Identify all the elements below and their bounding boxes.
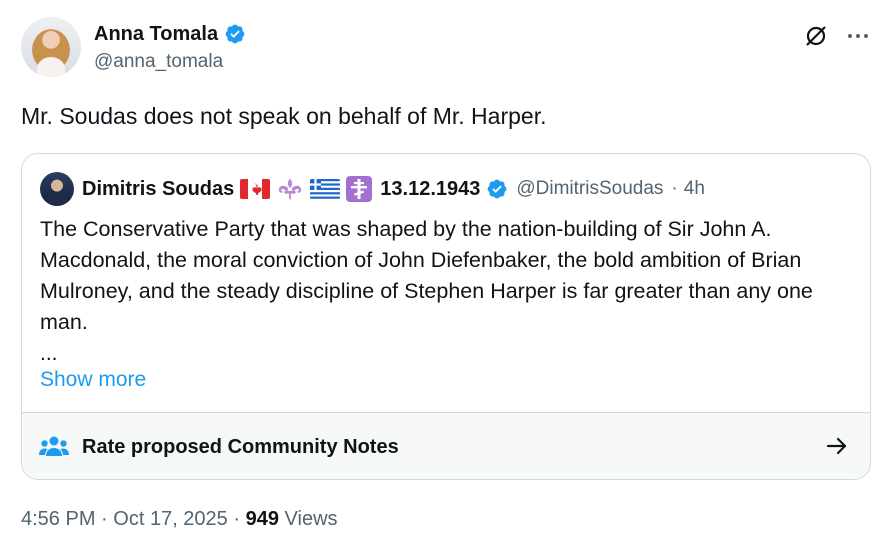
grok-glyph-icon xyxy=(806,26,826,46)
community-notes-icon xyxy=(39,436,69,456)
meta-separator-2: · xyxy=(233,508,241,530)
tweet-meta: 4:56 PM · Oct 17, 2025 · 949 Views xyxy=(21,505,338,533)
quoted-tweet-header: Dimitris Soudas 13.12.1943 @DimitrisSoud… xyxy=(40,172,705,206)
quoted-author-handle[interactable]: @DimitrisSoudas xyxy=(516,178,663,200)
orthodox-cross-icon xyxy=(346,176,373,202)
more-options-icon[interactable] xyxy=(845,23,871,49)
quoted-author-name-suffix: 13.12.1943 xyxy=(380,177,481,200)
tweet-header: Anna Tomala @anna_tomala xyxy=(21,17,871,81)
quoted-verified-badge-icon xyxy=(487,179,507,199)
show-more-link[interactable]: Show more xyxy=(40,365,146,395)
verified-badge-icon xyxy=(225,24,245,44)
quoted-tweet-text: The Conservative Party that was shaped b… xyxy=(40,217,813,334)
arrow-right-icon[interactable] xyxy=(824,433,850,459)
views-count[interactable]: 949 xyxy=(246,508,279,530)
author-name-row: Anna Tomala xyxy=(94,21,246,47)
meta-separator: · xyxy=(101,508,108,530)
tweet-text: Mr. Soudas does not speak on behalf of M… xyxy=(21,103,547,129)
quoted-separator: · xyxy=(671,178,678,199)
author-avatar[interactable] xyxy=(21,17,81,77)
ellipsis-icon xyxy=(848,34,868,38)
tweet-time[interactable]: 4:56 PM xyxy=(21,508,95,530)
grok-icon[interactable] xyxy=(803,23,829,49)
quoted-author-display-name[interactable]: Dimitris Soudas xyxy=(82,178,234,201)
quoted-ellipsis: ... xyxy=(40,342,58,365)
community-notes-bar[interactable]: Rate proposed Community Notes xyxy=(22,412,870,479)
fleur-de-lis-icon xyxy=(279,178,302,200)
tweet-date[interactable]: Oct 17, 2025 xyxy=(113,508,228,530)
views-label: Views xyxy=(284,508,338,530)
author-handle[interactable]: @anna_tomala xyxy=(94,51,223,73)
community-notes-label: Rate proposed Community Notes xyxy=(82,436,399,458)
quoted-author-avatar[interactable] xyxy=(40,172,74,206)
quoted-timestamp[interactable]: 4h xyxy=(684,178,705,200)
tweet-top-actions xyxy=(803,23,871,49)
canada-flag xyxy=(240,179,271,199)
quoted-tweet-card[interactable]: Dimitris Soudas 13.12.1943 @DimitrisSoud… xyxy=(21,153,871,480)
author-display-name[interactable]: Anna Tomala xyxy=(94,23,218,46)
greece-flag xyxy=(310,179,341,199)
